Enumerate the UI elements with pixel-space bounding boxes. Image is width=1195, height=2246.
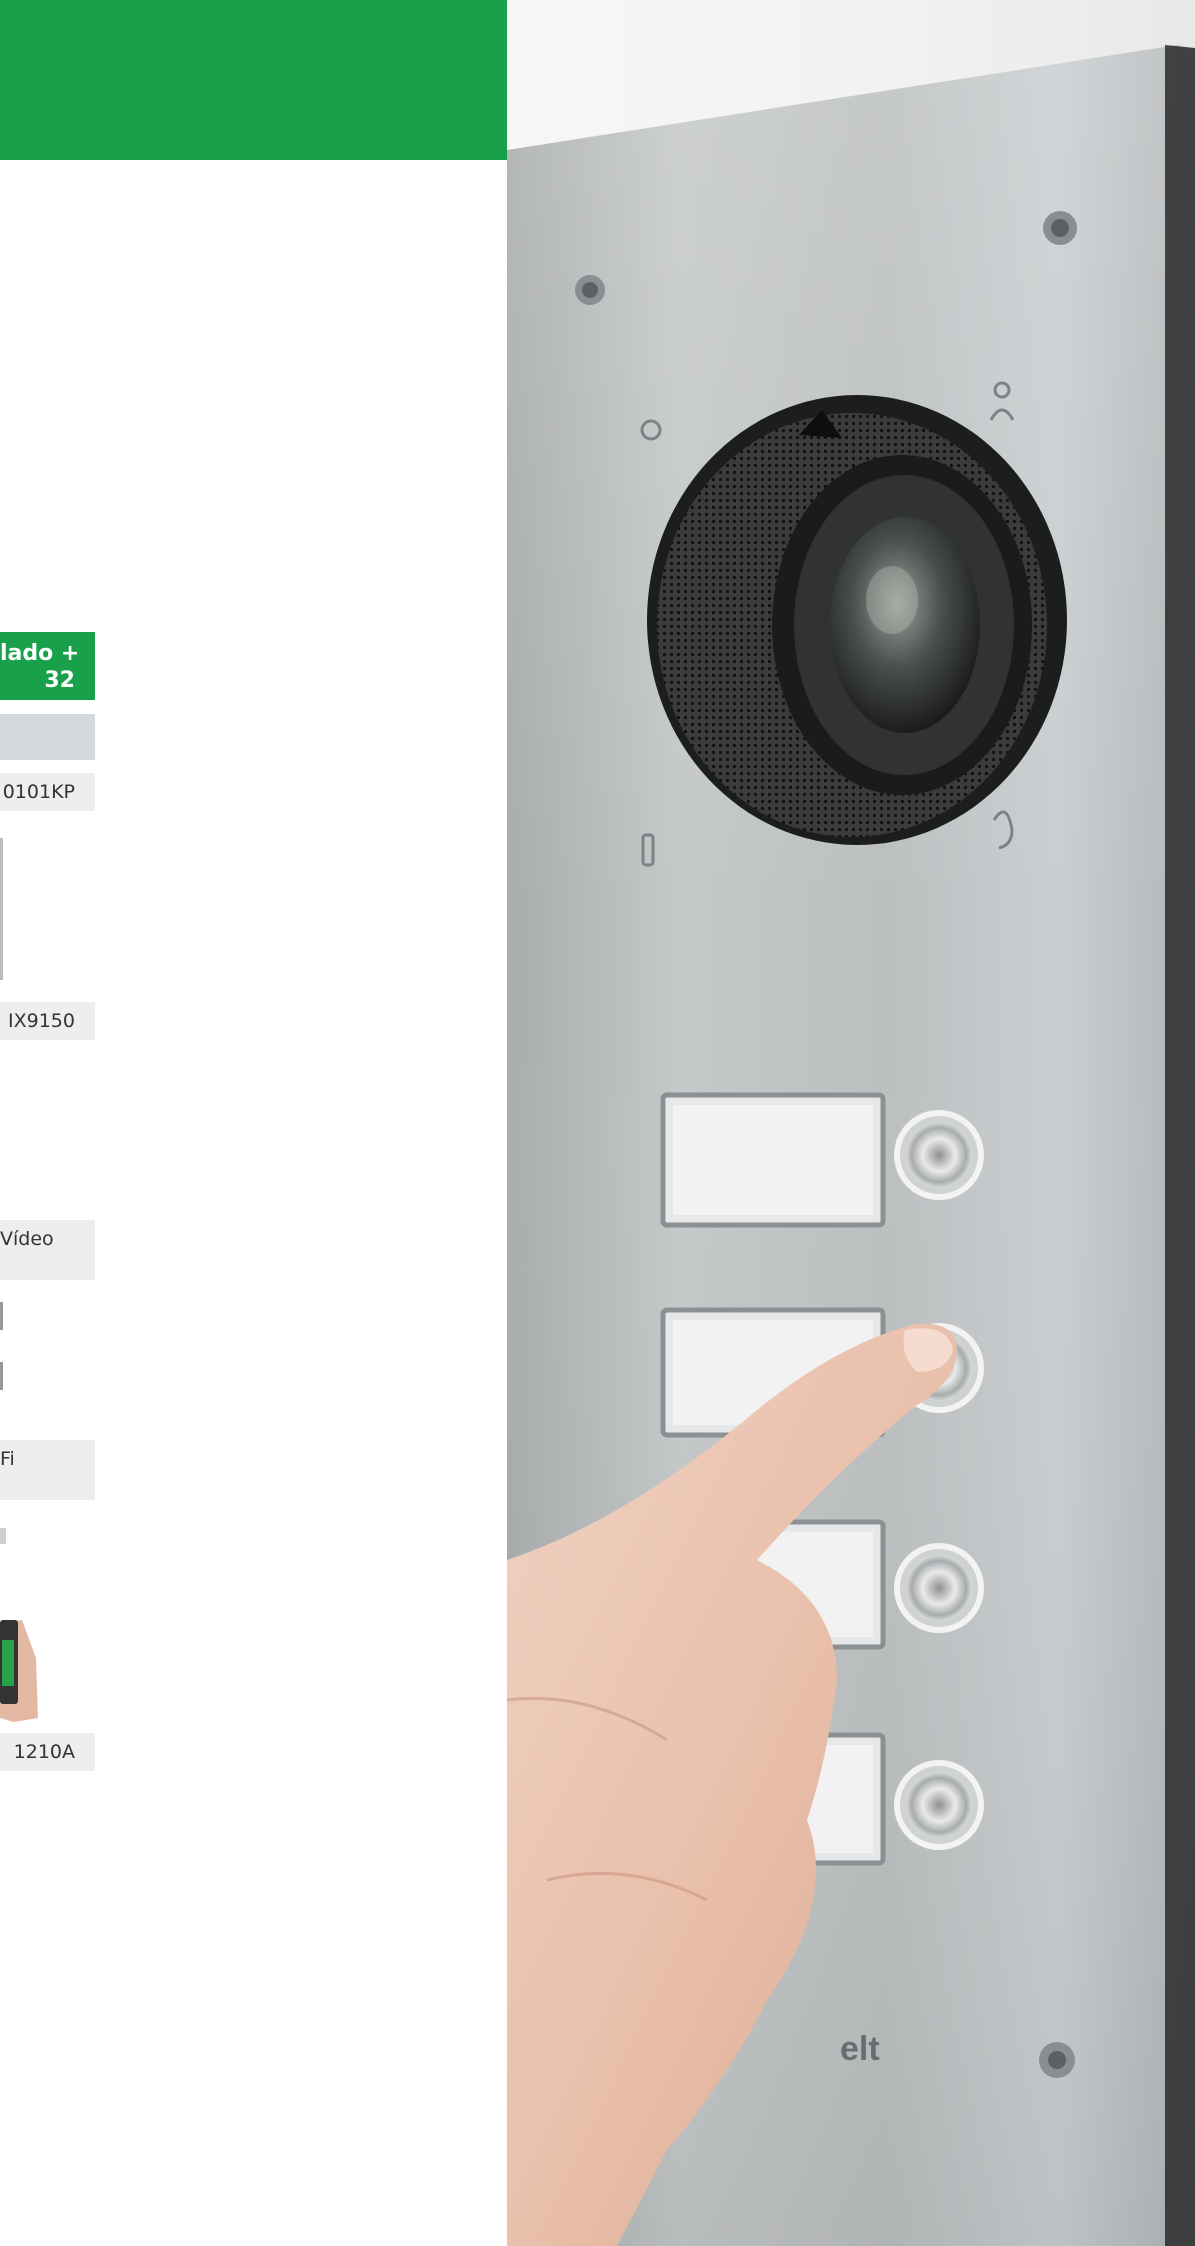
smartphone-hand-thumbnail (0, 1528, 40, 1723)
product-thumbnail (0, 838, 6, 980)
screw (1039, 2042, 1075, 2078)
code-1210a: 1210A (13, 1741, 75, 1763)
code-0101kp: 0101KP (2, 781, 75, 803)
table-feature-cell: Vídeo (0, 1220, 95, 1280)
product-thumbnail (0, 1302, 6, 1392)
table-header-line2: 32 (44, 668, 75, 693)
feature-video: Vídeo (0, 1228, 54, 1250)
call-button[interactable] (894, 1110, 984, 1200)
name-plate (660, 1092, 886, 1228)
screw (1043, 211, 1077, 245)
table-code-cell: IX9150 (0, 1002, 95, 1040)
brand-logo-text: elt (840, 2030, 880, 2068)
call-button[interactable] (894, 1760, 984, 1850)
camera-speaker-module (647, 395, 1067, 845)
door-entry-panel-photo: elt (507, 0, 1195, 2246)
table-feature-cell: Fi (0, 1440, 95, 1500)
table-header-cell: lado + 32 (0, 632, 95, 700)
table-header-line1: lado + (0, 641, 80, 666)
brochure-page: lado + 32 0101KP IX9150 Vídeo Fi 1210A e… (0, 0, 1195, 2246)
screw (575, 275, 605, 305)
code-ix9150: IX9150 (8, 1010, 75, 1032)
feature-wifi: Fi (0, 1448, 15, 1470)
call-button[interactable] (894, 1543, 984, 1633)
table-code-cell: 1210A (0, 1733, 95, 1771)
table-code-cell: 0101KP (0, 773, 95, 811)
green-header-band (0, 0, 507, 160)
table-subheader-row (0, 714, 95, 760)
